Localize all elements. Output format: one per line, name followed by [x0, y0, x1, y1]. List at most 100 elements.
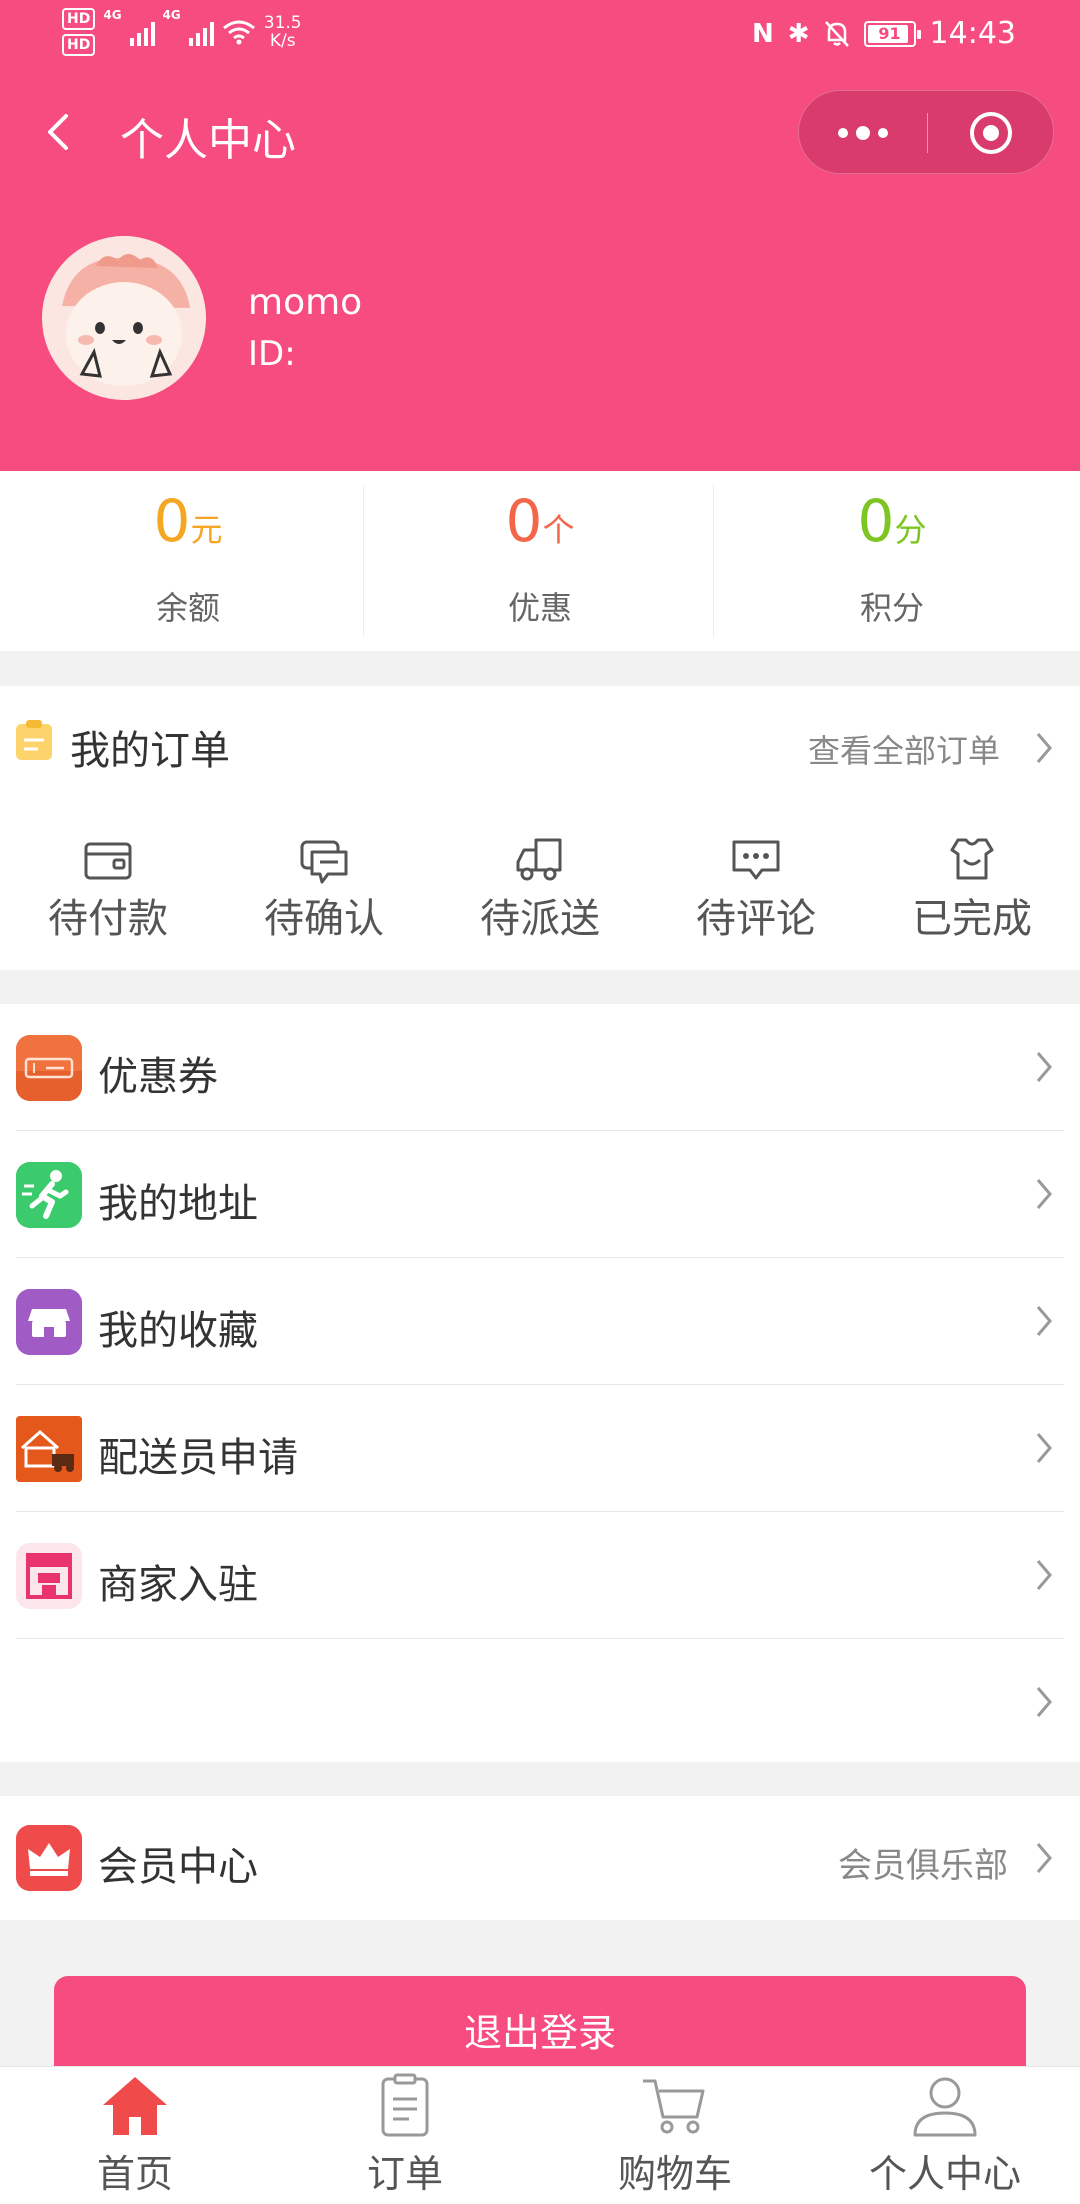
- order-tab-pending-delivery[interactable]: 待派送: [432, 836, 648, 946]
- stat-label: 优惠: [507, 589, 572, 627]
- chevron-right-icon: [1036, 1306, 1052, 1336]
- menu-item-empty[interactable]: [0, 1639, 1080, 1766]
- wallet-icon: [84, 842, 132, 880]
- stat-points[interactable]: 0分 积分: [712, 471, 1072, 651]
- page-title: 个人中心: [120, 115, 296, 166]
- tab-label: 购物车: [617, 2152, 732, 2196]
- delivery-truck-icon: [516, 838, 562, 881]
- order-tab-completed[interactable]: 已完成: [864, 836, 1080, 946]
- menu-item-address[interactable]: 我的地址: [0, 1131, 1080, 1258]
- service-menu: 优惠券 我的地址 我的收藏 配送员申请 商家入驻: [0, 1004, 1080, 1762]
- stat-value: 0个: [505, 487, 575, 555]
- stat-label: 积分: [859, 589, 924, 627]
- wifi-icon: [222, 20, 255, 45]
- tab-home[interactable]: 首页: [0, 2067, 270, 2204]
- signal-icon: [188, 18, 214, 46]
- network-speed: 31.5 K/s: [264, 14, 302, 50]
- my-orders-section: 我的订单 查看全部订单 待付款 待确认 待派送 待评论 已完成: [0, 686, 1080, 970]
- network-type-label: 4G: [162, 8, 181, 22]
- order-tab-pending-review[interactable]: 待评论: [648, 836, 864, 946]
- order-tab-pending-payment[interactable]: 待付款: [0, 836, 216, 946]
- hd-icon: HD: [62, 8, 96, 30]
- order-tab-label: 待评论: [696, 896, 816, 942]
- completed-shirt-icon: [950, 838, 994, 880]
- menu-item-label: 我的地址: [98, 1181, 258, 1227]
- user-icon: [913, 2077, 977, 2137]
- status-right: N ✱ 91 14:43: [752, 16, 1016, 51]
- chevron-right-icon: [1036, 1433, 1052, 1463]
- network-type-label: 4G: [103, 8, 122, 22]
- clipboard-icon: [381, 2073, 429, 2137]
- bluetooth-icon: ✱: [787, 18, 810, 49]
- order-clipboard-icon: [16, 720, 52, 760]
- chevron-right-icon[interactable]: [1034, 730, 1054, 766]
- bottom-tab-bar: 首页 订单 购物车 个人中心: [0, 2066, 1080, 2204]
- stat-value: 0元: [153, 487, 223, 555]
- coupon-icon: [16, 1035, 82, 1101]
- signal-icon: [129, 18, 155, 46]
- chevron-right-icon: [1036, 1843, 1052, 1873]
- tab-label: 首页: [96, 2152, 173, 2196]
- profile-header: HD HD 4G 4G 31.5 K/s N ✱ 91 14:43 个人中心 m…: [0, 0, 1080, 471]
- account-stats: 0元 余额 0个 优惠 0分 积分: [0, 471, 1080, 651]
- order-tab-label: 待确认: [264, 896, 384, 942]
- stat-balance[interactable]: 0元 余额: [8, 471, 368, 651]
- stat-label: 余额: [155, 589, 220, 627]
- crown-icon: [16, 1825, 82, 1891]
- hd-indicators: HD HD: [62, 8, 96, 56]
- menu-item-label: 配送员申请: [98, 1435, 298, 1481]
- runner-icon: [16, 1162, 82, 1228]
- comment-icon: [732, 840, 780, 880]
- status-bar: HD HD 4G 4G 31.5 K/s N ✱ 91 14:43: [0, 0, 1080, 70]
- avatar-image: [42, 236, 206, 400]
- chevron-right-icon: [1036, 1052, 1052, 1082]
- order-tab-label: 待付款: [48, 896, 168, 942]
- miniprogram-capsule: [798, 90, 1054, 174]
- member-club-label: 会员俱乐部: [838, 1846, 1008, 1886]
- chevron-right-icon: [1036, 1687, 1052, 1717]
- battery-level: 91: [878, 23, 901, 43]
- avatar[interactable]: [42, 236, 206, 400]
- stat-coupons[interactable]: 0个 优惠: [360, 471, 720, 651]
- hd-icon: HD: [62, 34, 96, 56]
- order-tab-label: 已完成: [912, 896, 1032, 942]
- back-arrow-icon[interactable]: [42, 110, 74, 154]
- shop-icon: [16, 1543, 82, 1609]
- network-speed-unit: K/s: [269, 31, 296, 51]
- courier-house-icon: [16, 1416, 82, 1482]
- member-center-row[interactable]: 会员中心 会员俱乐部: [0, 1796, 1080, 1920]
- user-id: ID:: [248, 334, 296, 374]
- confirm-chat-icon: [300, 840, 348, 884]
- mute-bell-icon: [824, 20, 849, 47]
- menu-item-merchant-join[interactable]: 商家入驻: [0, 1512, 1080, 1639]
- menu-item-favorites[interactable]: 我的收藏: [0, 1258, 1080, 1385]
- close-button[interactable]: [927, 91, 1055, 175]
- target-close-icon: [970, 112, 1012, 154]
- status-left: HD HD 4G 4G 31.5 K/s: [62, 8, 302, 56]
- stat-value: 0分: [857, 487, 927, 555]
- more-menu-button[interactable]: [799, 91, 927, 175]
- order-tab-pending-confirm[interactable]: 待确认: [216, 836, 432, 946]
- menu-item-label: 优惠券: [98, 1054, 218, 1100]
- order-tab-label: 待派送: [480, 896, 600, 942]
- network-speed-value: 31.5: [263, 13, 302, 33]
- menu-item-coupons[interactable]: 优惠券: [0, 1004, 1080, 1131]
- view-all-orders-link[interactable]: 查看全部订单: [808, 726, 1000, 772]
- member-center-label: 会员中心: [98, 1844, 258, 1890]
- chevron-right-icon: [1036, 1179, 1052, 1209]
- menu-item-label: 我的收藏: [98, 1308, 258, 1354]
- menu-item-courier-apply[interactable]: 配送员申请: [0, 1385, 1080, 1512]
- username: momo: [248, 282, 363, 323]
- cart-icon: [643, 2079, 705, 2134]
- battery-icon: 91: [863, 20, 921, 47]
- tab-profile[interactable]: 个人中心: [810, 2067, 1080, 2204]
- chevron-right-icon: [1036, 1560, 1052, 1590]
- nfc-icon: N: [751, 18, 774, 49]
- tab-orders[interactable]: 订单: [270, 2067, 540, 2204]
- store-icon: [16, 1289, 82, 1355]
- menu-item-label: 商家入驻: [98, 1562, 258, 1608]
- home-icon: [103, 2077, 167, 2135]
- clock: 14:43: [929, 16, 1016, 51]
- tab-label: 个人中心: [868, 2152, 1021, 2196]
- tab-cart[interactable]: 购物车: [540, 2067, 810, 2204]
